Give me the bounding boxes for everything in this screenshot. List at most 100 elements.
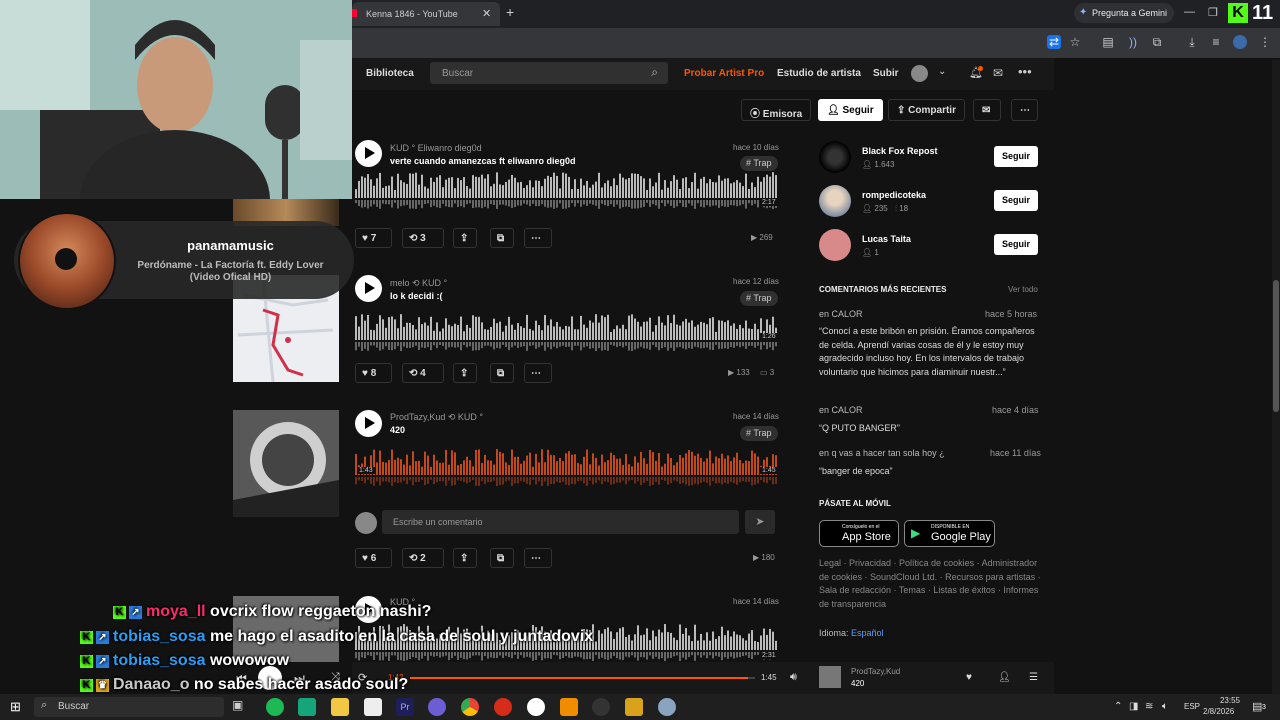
copy-link-button[interactable]: ⧉ (490, 228, 514, 248)
app-store-button[interactable]: Consíguelo en el App Store (819, 520, 899, 547)
follow-button[interactable]: 👤︎ Seguir (818, 99, 883, 121)
progress-track[interactable] (410, 677, 755, 679)
track-title[interactable]: verte cuando amanezcas ft eliwanro dieg0… (390, 156, 576, 166)
clock-time[interactable]: 23:55 (1210, 696, 1250, 705)
share-track-button[interactable]: ⇪ (453, 228, 477, 248)
comment-input[interactable]: Escribe un comentario (382, 510, 739, 534)
waveform[interactable] (355, 447, 777, 487)
extensions-icon[interactable]: ⧉ (1150, 35, 1164, 49)
play-button[interactable] (355, 140, 382, 167)
repost-button[interactable]: ⟲ 4 (402, 363, 444, 383)
copy-link-button[interactable]: ⧉ (490, 363, 514, 383)
comment-where[interactable]: en CALOR (819, 405, 863, 415)
tray-icon[interactable]: ◨ (1129, 701, 1138, 712)
nav-library[interactable]: Biblioteca (366, 68, 414, 79)
like-button[interactable]: ♥ 6 (355, 548, 392, 568)
google-play-button[interactable]: ▶ DISPONIBLE EN Google Play (904, 520, 995, 547)
suggested-name[interactable]: Black Fox Repost (862, 146, 938, 156)
more-actions-button[interactable]: ⋯ (1011, 99, 1038, 121)
track-title[interactable]: 420 (390, 425, 405, 435)
share-button[interactable]: ⇪ Compartir (888, 99, 965, 121)
like-button[interactable]: ♥ 8 (355, 363, 392, 383)
share-track-button[interactable]: ⇪ (453, 548, 477, 568)
file-explorer-icon[interactable] (331, 698, 349, 716)
message-button[interactable]: ✉ (973, 99, 1001, 121)
taskbar-search[interactable]: ⌕ Buscar (34, 697, 224, 717)
search-input[interactable]: Buscar ⌕ (430, 62, 668, 84)
tray-chevron-icon[interactable]: ⌃ (1114, 701, 1122, 712)
scrollbar-thumb[interactable] (1273, 280, 1279, 412)
suggested-name[interactable]: Lucas Taita (862, 234, 911, 244)
app-icon[interactable] (298, 698, 316, 716)
wifi-icon[interactable]: ≋ (1145, 701, 1153, 712)
avatar[interactable] (819, 185, 851, 217)
browser-tab[interactable]: Kenna 1846 - YouTube (352, 2, 500, 26)
notification-center-icon[interactable]: ▤ (1252, 700, 1262, 713)
audio-icon[interactable]: )) (1126, 35, 1140, 49)
player-cover[interactable] (819, 666, 841, 688)
more-track-button[interactable]: ⋯ (524, 548, 552, 568)
avatar[interactable] (911, 65, 928, 82)
premiere-icon[interactable]: Pr (396, 698, 414, 716)
app-icon[interactable] (625, 698, 643, 716)
tab-search-icon[interactable]: ▤ (1101, 35, 1115, 49)
repost-button[interactable]: ⟲ 2 (402, 548, 444, 568)
chevron-down-icon[interactable]: ⌄ (938, 66, 946, 77)
track-title[interactable]: lo k decidi :( (390, 291, 443, 301)
obs-icon[interactable] (592, 698, 610, 716)
speaker-icon[interactable]: 🔈︎ (1162, 701, 1168, 712)
share-track-button[interactable]: ⇪ (453, 363, 477, 383)
play-button[interactable] (355, 275, 382, 302)
volume-icon[interactable]: 🔊︎ (790, 671, 797, 684)
player-artist[interactable]: ProdTazy,Kud (851, 667, 900, 676)
windows-start-icon[interactable]: ⊞ (10, 699, 21, 715)
heart-icon[interactable]: ♥ (966, 672, 972, 683)
more-track-button[interactable]: ⋯ (524, 228, 552, 248)
clock-date[interactable]: 2/8/2026 (1203, 707, 1234, 716)
track-cover[interactable] (233, 410, 339, 517)
waveform[interactable] (355, 312, 777, 352)
send-icon[interactable]: ➤ (745, 510, 775, 534)
translate-icon[interactable]: ⇄ (1047, 35, 1061, 49)
app-icon[interactable] (428, 698, 446, 716)
nav-upload[interactable]: Subir (873, 68, 899, 79)
messages-icon[interactable]: ✉ (993, 66, 1003, 80)
follow-button[interactable]: Seguir (994, 146, 1038, 167)
reading-list-icon[interactable]: ≡ (1209, 35, 1223, 49)
comment-where[interactable]: en CALOR (819, 309, 863, 319)
genre-tag[interactable]: # Trap (740, 156, 778, 171)
play-button[interactable] (355, 410, 382, 437)
avatar[interactable] (819, 141, 851, 173)
like-button[interactable]: ♥ 7 (355, 228, 392, 248)
copy-link-button[interactable]: ⧉ (490, 548, 514, 568)
gemini-button[interactable]: ✦ Pregunta a Gemini (1074, 3, 1174, 23)
more-options-icon[interactable]: ••• (1018, 64, 1032, 79)
vlc-icon[interactable] (560, 698, 578, 716)
nav-artist-studio[interactable]: Estudio de artista (777, 68, 861, 79)
notepad-icon[interactable] (364, 698, 382, 716)
app-icon[interactable] (494, 698, 512, 716)
bookmark-star-icon[interactable]: ☆ (1068, 35, 1082, 49)
view-all-link[interactable]: Ver todo (1008, 285, 1038, 294)
follow-user-icon[interactable]: 👤︎ (998, 672, 1011, 683)
avatar[interactable] (819, 229, 851, 261)
track-user[interactable]: ProdTazy,Kud ⟲ KUD ° (390, 412, 483, 423)
artist-pro-link[interactable]: Probar Artist Pro (684, 68, 764, 79)
follow-button[interactable]: Seguir (994, 234, 1038, 255)
app-icon[interactable] (527, 698, 545, 716)
station-button[interactable]: ⦿ Emisora (741, 99, 812, 121)
chrome-icon[interactable] (461, 698, 479, 716)
restore-icon[interactable]: ❐ (1208, 6, 1218, 19)
tab-close-icon[interactable]: ✕ (482, 7, 491, 20)
repost-button[interactable]: ⟲ 3 (402, 228, 444, 248)
spotify-icon[interactable] (266, 698, 284, 716)
queue-icon[interactable]: ☰ (1029, 672, 1038, 683)
waveform[interactable] (355, 170, 777, 210)
profile-icon[interactable] (1233, 35, 1247, 49)
new-tab-icon[interactable]: + (506, 4, 514, 20)
genre-tag[interactable]: # Trap (740, 291, 778, 306)
comment-where[interactable]: en q vas a hacer tan sola hoy ¿ (819, 448, 945, 458)
minimize-icon[interactable]: — (1184, 6, 1195, 18)
search-icon[interactable]: ⌕ (651, 65, 658, 80)
app-icon[interactable] (658, 698, 676, 716)
